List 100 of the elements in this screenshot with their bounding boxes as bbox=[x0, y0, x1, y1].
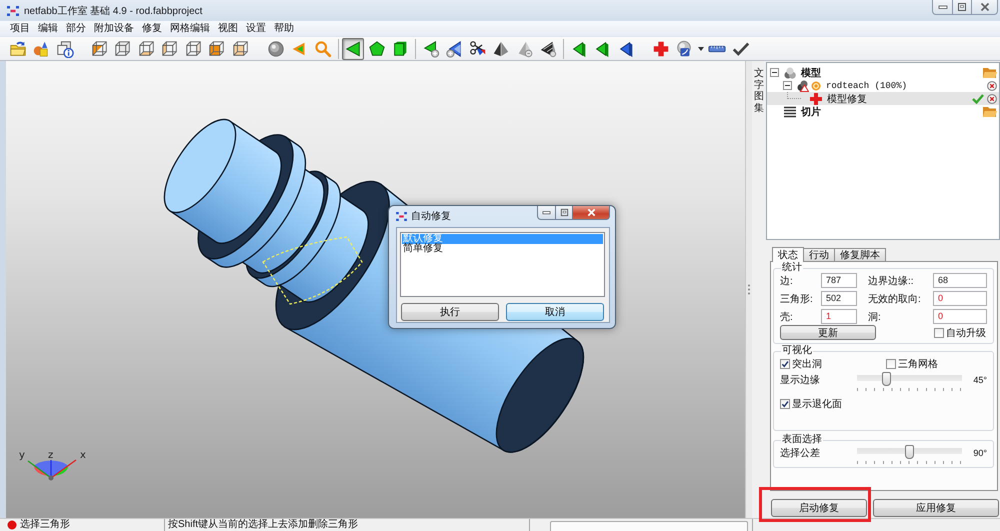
folder-icon bbox=[8, 40, 27, 58]
stat-field[interactable]: 502 bbox=[821, 291, 857, 306]
axis-label: y bbox=[19, 450, 25, 461]
close-icon[interactable] bbox=[987, 80, 997, 90]
tree-item[interactable]: 模型 bbox=[767, 66, 999, 79]
tree-item[interactable]: 模型修复 bbox=[767, 92, 999, 105]
axis-gizmo-drawing bbox=[28, 460, 76, 480]
minimize-icon bbox=[542, 208, 551, 217]
spheres-warning-icon bbox=[797, 80, 809, 92]
stat-label: 壳: bbox=[780, 310, 794, 324]
slider-label: 显示边缘 bbox=[780, 374, 821, 386]
collapse-icon[interactable] bbox=[770, 68, 779, 77]
checkbox[interactable] bbox=[934, 328, 944, 338]
menu-item[interactable]: 项目 bbox=[6, 22, 34, 36]
shapes-icon bbox=[32, 40, 50, 58]
action-button[interactable]: 应用修复 bbox=[873, 499, 999, 517]
logo-icon bbox=[7, 6, 19, 16]
check-icon[interactable] bbox=[972, 93, 984, 104]
checkbox-label[interactable]: 显示退化面 bbox=[792, 397, 842, 411]
check-icon bbox=[732, 40, 750, 58]
checkbox[interactable] bbox=[886, 359, 896, 369]
slider-value: 45° bbox=[973, 374, 987, 384]
group-title: 表面选择 bbox=[781, 435, 823, 445]
cube-info-icon bbox=[56, 40, 74, 58]
menu-item[interactable]: 部分 bbox=[62, 22, 90, 36]
list-item[interactable]: 简单修复 bbox=[402, 244, 603, 254]
checkbox-label[interactable]: 三角网格 bbox=[898, 357, 938, 371]
stat-label: 三角形: bbox=[780, 292, 814, 306]
folder-icon[interactable] bbox=[983, 106, 997, 117]
cube-icon bbox=[161, 40, 180, 58]
collapse-icon[interactable] bbox=[783, 81, 792, 90]
close-icon bbox=[980, 2, 990, 12]
close-icon bbox=[586, 208, 596, 217]
minimize-button[interactable] bbox=[537, 206, 556, 220]
folder-icon[interactable] bbox=[983, 67, 997, 78]
tab[interactable]: 行动 bbox=[803, 248, 835, 261]
slider-value: 90° bbox=[973, 448, 987, 458]
tree-item[interactable]: 切片 bbox=[767, 105, 999, 118]
tab[interactable]: 修复脚本 bbox=[834, 248, 886, 261]
stat-field[interactable]: 1 bbox=[821, 309, 857, 324]
checkbox[interactable] bbox=[780, 399, 790, 409]
checkbox[interactable] bbox=[780, 359, 790, 369]
menu-item[interactable]: 帮助 bbox=[270, 22, 298, 36]
cube-icon bbox=[232, 40, 250, 58]
menu-item[interactable]: 视图 bbox=[214, 22, 242, 36]
status-icon bbox=[7, 520, 17, 530]
cube-icon bbox=[138, 40, 156, 58]
close-button[interactable] bbox=[971, 0, 998, 15]
slider-thumb[interactable] bbox=[882, 372, 891, 386]
menu-item[interactable]: 设置 bbox=[242, 22, 270, 36]
cube-icon bbox=[114, 40, 132, 58]
axis-label: z bbox=[48, 450, 54, 461]
close-icon[interactable] bbox=[987, 94, 997, 104]
spheres-icon bbox=[784, 66, 796, 78]
window-title: netfabb工作室 基础 4.9 - rod.fabbproject bbox=[24, 4, 202, 18]
dialog-button[interactable]: 执行 bbox=[401, 303, 499, 321]
stat-label: 边: bbox=[780, 274, 794, 288]
stat-field[interactable]: 787 bbox=[821, 273, 857, 288]
stat-field[interactable]: 68 bbox=[933, 273, 987, 288]
cross-icon bbox=[810, 92, 822, 104]
status-hint: 按Shift键从当前的选择上去添加删除三角形 bbox=[168, 519, 358, 531]
maximize-icon bbox=[560, 208, 568, 217]
cube-icon bbox=[391, 40, 410, 58]
tab[interactable]: 状态 bbox=[772, 247, 804, 262]
checkbox-label[interactable]: 自动升级 bbox=[946, 326, 986, 340]
side-tab[interactable]: 文字图集 bbox=[754, 68, 764, 114]
action-button[interactable]: 启动修复 bbox=[771, 499, 867, 517]
menu-item[interactable]: 附加设备 bbox=[90, 22, 138, 36]
maximize-button[interactable] bbox=[952, 0, 972, 15]
menu-item[interactable]: 修复 bbox=[138, 22, 166, 36]
dialog-title: 自动修复 bbox=[411, 210, 451, 223]
group-title: 可视化 bbox=[781, 346, 813, 356]
update-button[interactable]: 更新 bbox=[780, 325, 876, 340]
triangle-icon bbox=[593, 40, 612, 58]
stat-label: 无效的取向: bbox=[868, 292, 922, 306]
cube-icon bbox=[208, 40, 226, 58]
minimize-button[interactable] bbox=[932, 0, 953, 15]
pyramid-icon bbox=[492, 40, 510, 58]
triangle-plus-icon bbox=[445, 40, 464, 58]
cross-icon bbox=[652, 40, 670, 58]
maximize-button[interactable] bbox=[555, 206, 573, 220]
toolbar-button[interactable] bbox=[342, 38, 364, 60]
menu-item[interactable]: 网格编辑 bbox=[166, 22, 214, 36]
triangle-icon bbox=[344, 40, 362, 58]
dialog-button[interactable]: 取消 bbox=[506, 303, 604, 321]
scissors-icon bbox=[468, 40, 487, 58]
stat-field[interactable]: 0 bbox=[933, 309, 987, 324]
sphere-icon bbox=[266, 40, 285, 58]
search-icon bbox=[314, 40, 332, 58]
close-button[interactable] bbox=[572, 206, 610, 220]
logo-icon bbox=[396, 212, 407, 220]
layers-icon bbox=[784, 106, 796, 118]
slider-thumb[interactable] bbox=[905, 445, 914, 459]
triangle-plus-icon bbox=[422, 40, 440, 58]
menu-item[interactable]: 编辑 bbox=[34, 22, 62, 36]
tree-item[interactable]: rodteach (100%) bbox=[767, 79, 999, 92]
stat-field[interactable]: 0 bbox=[933, 291, 987, 306]
pyramid-icon bbox=[539, 40, 558, 58]
grip-icon[interactable] bbox=[747, 284, 751, 295]
checkbox-label[interactable]: 突出洞 bbox=[792, 357, 822, 371]
